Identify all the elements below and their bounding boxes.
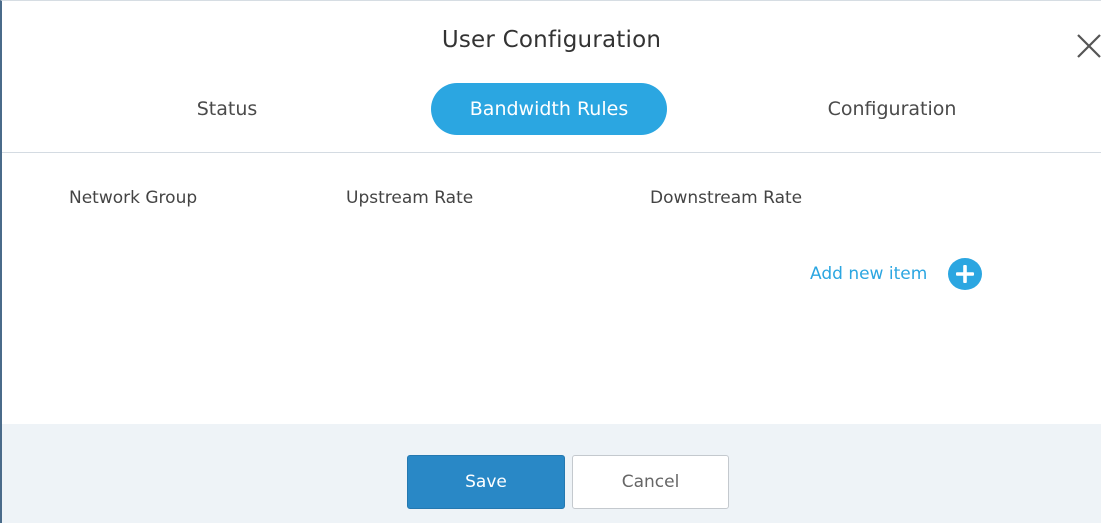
cancel-button[interactable]: Cancel (572, 455, 729, 509)
add-new-item-label: Add new item (810, 264, 928, 284)
save-button[interactable]: Save (407, 455, 565, 509)
tab-bar: Status Bandwidth Rules Configuration (2, 83, 1101, 135)
close-icon (1077, 34, 1101, 58)
tab-status[interactable]: Status (152, 83, 302, 135)
tab-bandwidth-rules[interactable]: Bandwidth Rules (431, 83, 667, 135)
plus-circle-icon[interactable] (947, 257, 983, 291)
user-configuration-dialog: User Configuration Status Bandwidth Rule… (0, 0, 1101, 523)
column-header-upstream-rate: Upstream Rate (346, 188, 474, 208)
add-new-item-button[interactable]: Add new item (810, 257, 983, 291)
column-header-network-group: Network Group (69, 188, 198, 208)
close-button[interactable] (1070, 27, 1101, 63)
tab-configuration[interactable]: Configuration (792, 83, 992, 135)
header-divider (2, 152, 1101, 153)
column-header-downstream-rate: Downstream Rate (650, 188, 803, 208)
dialog-title: User Configuration (441, 27, 662, 53)
